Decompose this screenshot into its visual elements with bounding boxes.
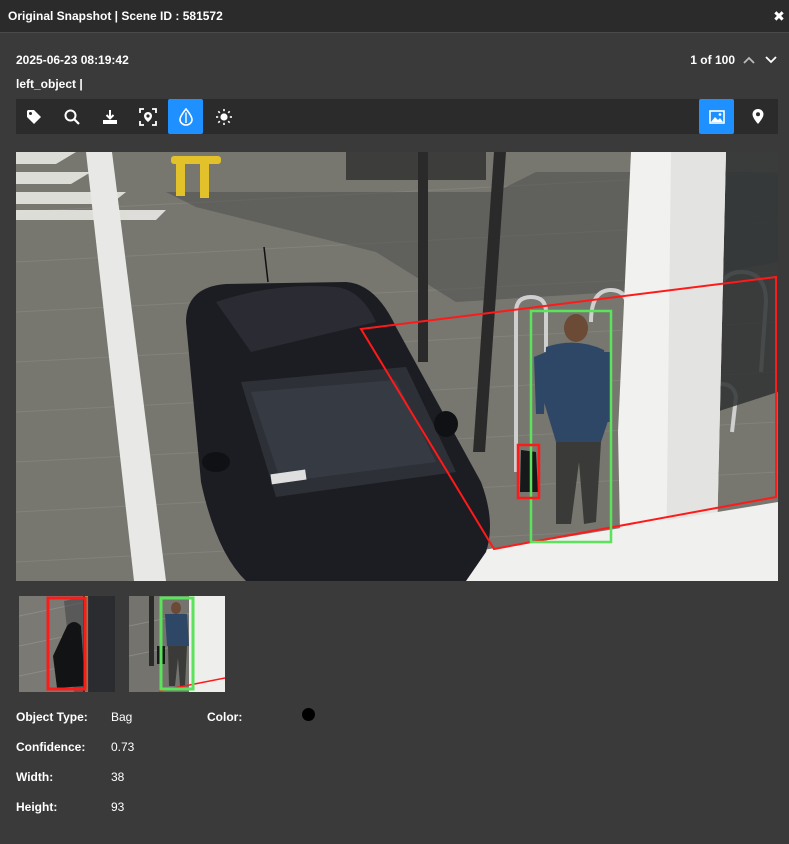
color-label: Color:: [207, 710, 243, 724]
zoom-button[interactable]: [54, 99, 89, 134]
height-label: Height:: [16, 800, 58, 814]
download-button[interactable]: [92, 99, 127, 134]
chevron-down-icon[interactable]: [763, 52, 779, 68]
close-icon[interactable]: ✖: [771, 8, 787, 24]
thumbnail-bag[interactable]: [19, 596, 115, 692]
image-view-button[interactable]: [699, 99, 734, 134]
scene-illustration: [16, 152, 778, 581]
snapshot-image[interactable]: [16, 152, 778, 581]
color-drop-button[interactable]: [168, 99, 203, 134]
brightness-icon: [215, 108, 232, 125]
title-bar: Original Snapshot | Scene ID : 581572 ✖: [0, 0, 789, 33]
window-title: Original Snapshot | Scene ID : 581572: [8, 9, 223, 23]
height-value: 93: [111, 800, 125, 814]
bag-crop-illustration: [19, 596, 115, 692]
face-scan-icon: [138, 107, 157, 126]
confidence-label: Confidence:: [16, 740, 86, 754]
snapshot-timestamp: 2025-06-23 08:19:42: [16, 53, 129, 67]
brightness-button[interactable]: [206, 99, 241, 134]
object-type-label: Object Type:: [16, 710, 88, 724]
thumbnail-person[interactable]: [129, 596, 225, 692]
event-subtitle: left_object |: [16, 77, 83, 91]
confidence-value: 0.73: [111, 740, 135, 754]
location-pin-icon: [752, 109, 763, 124]
width-label: Width:: [16, 770, 54, 784]
toolbar: [16, 99, 778, 134]
face-scan-button[interactable]: [130, 99, 165, 134]
location-button[interactable]: [740, 99, 775, 134]
object-type-value: Bag: [111, 710, 133, 724]
person-crop-illustration: [129, 596, 225, 692]
tag-button[interactable]: [16, 99, 51, 134]
width-value: 38: [111, 770, 125, 784]
chevron-up-icon[interactable]: [741, 52, 757, 68]
zoom-icon: [64, 109, 80, 125]
image-icon: [708, 109, 725, 124]
pager: 1 of 100: [690, 52, 779, 68]
download-icon: [102, 109, 117, 124]
tag-icon: [26, 109, 41, 124]
pager-count: 1 of 100: [690, 53, 735, 67]
color-drop-icon: [178, 107, 193, 126]
color-swatch: [302, 708, 315, 721]
